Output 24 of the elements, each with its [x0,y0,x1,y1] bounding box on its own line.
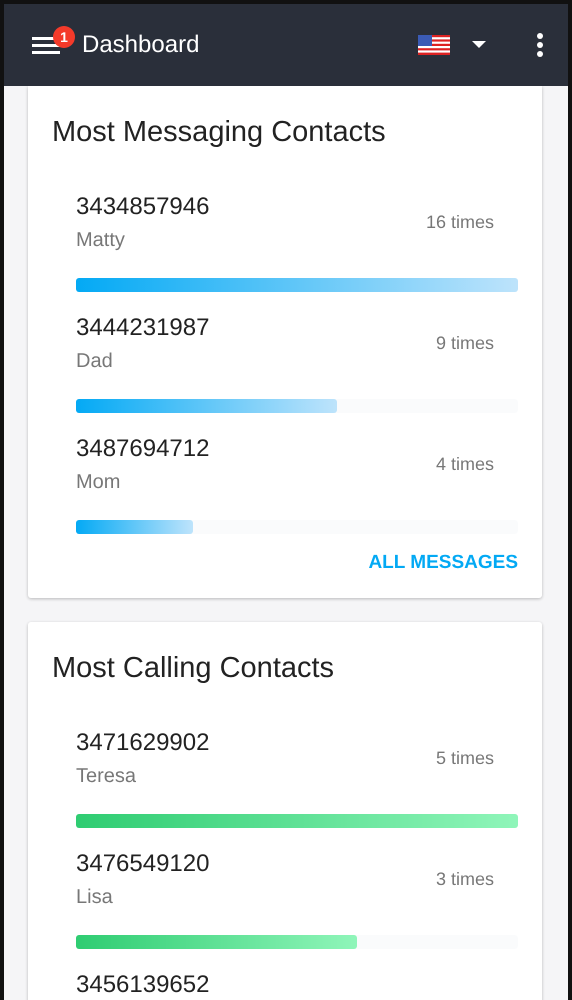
contact-count: 9 times [436,333,494,354]
contact-name: Mom [76,471,122,494]
phone-number: 3471629902 [76,729,210,757]
phone-number: 3444231987 [76,314,210,342]
phone-number: 3434857946 [76,193,210,221]
contact-count: 4 times [436,454,494,475]
flag-icon[interactable] [418,35,450,55]
all-messages-link[interactable]: ALL MESSAGES [368,552,518,574]
contact-name: Dad [76,350,114,373]
contact-count: 3 times [436,869,494,890]
notification-badge: 1 [53,26,75,48]
phone-number: 3476549120 [76,850,210,878]
card-title: Most Messaging Contacts [52,116,387,149]
contact-name: Lisa [76,886,114,909]
phone-number: 3487694712 [76,435,210,463]
contact-name: Teresa [76,765,138,788]
contact-name: Matty [76,229,126,252]
contact-count: 16 times [426,212,494,233]
contact-count: 5 times [436,748,494,769]
more-options-icon[interactable] [536,32,544,58]
card-title: Most Calling Contacts [52,652,336,685]
page-title: Dashboard [82,31,200,59]
dropdown-caret-icon[interactable] [472,41,486,49]
phone-number: 3456139652 [76,971,210,999]
